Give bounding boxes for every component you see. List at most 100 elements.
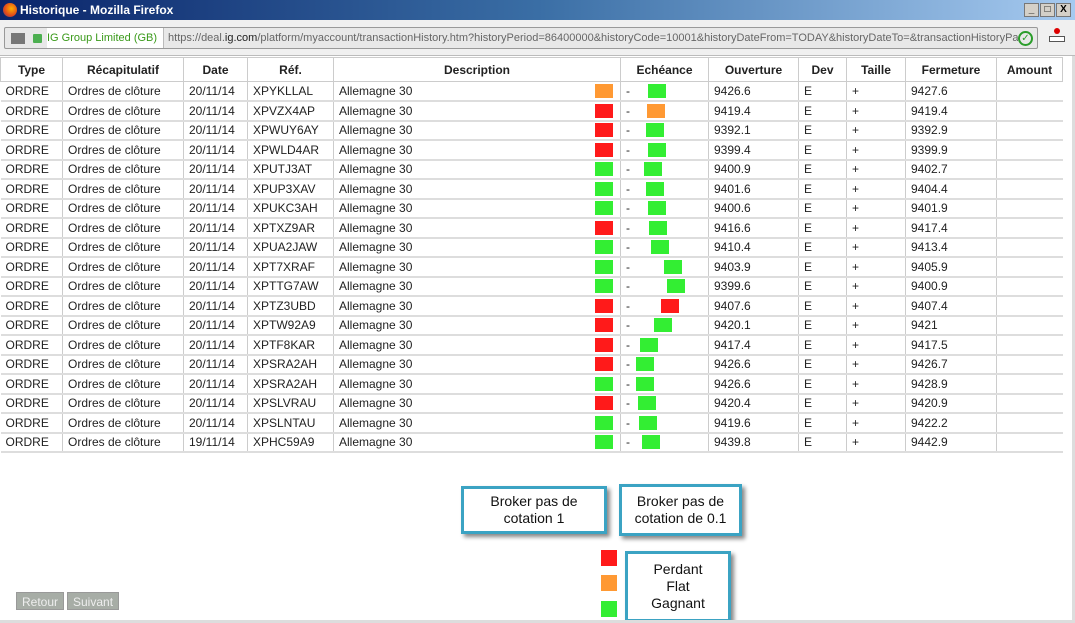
cell-fermeture: 9404.4 (905, 179, 997, 200)
table-row[interactable]: ORDRE Ordres de clôture 20/11/14 XPTXZ9AR Al… (0, 218, 1063, 239)
cell-description: Allemagne 30 (333, 101, 621, 122)
lock-icon (33, 33, 42, 43)
cell-recap: Ordres de clôture (62, 257, 184, 278)
check-icon[interactable]: ✓ (1018, 30, 1033, 46)
cell-recap: Ordres de clôture (62, 237, 184, 258)
cell-ouverture: 9392.1 (708, 120, 799, 141)
cell-ref: XPSLVRAU (247, 393, 334, 414)
table-row[interactable]: ORDRE Ordres de clôture 20/11/14 XPVZX4AP Al… (0, 101, 1063, 122)
header-date[interactable]: Date (183, 57, 248, 82)
cell-taille: + (846, 257, 906, 278)
cell-ref: XPYKLLAL (247, 81, 334, 102)
url-bar[interactable]: IG Group Limited (GB) https://deal.ig.co… (4, 27, 1038, 49)
cell-taille: + (846, 237, 906, 258)
marker-tick01-gagnant (648, 201, 666, 215)
cell-recap: Ordres de clôture (62, 335, 184, 356)
marker-tick1-gagnant (595, 259, 613, 274)
cell-date: 20/11/14 (183, 413, 248, 434)
cell-amount (996, 159, 1063, 180)
table-row[interactable]: ORDRE Ordres de clôture 20/11/14 XPUTJ3AT Al… (0, 159, 1063, 180)
window-titlebar: Historique - Mozilla Firefox _ □ X (0, 0, 1075, 20)
header-ouverture[interactable]: Ouverture (708, 57, 799, 82)
cell-date: 20/11/14 (183, 198, 248, 219)
cell-type: ORDRE (0, 140, 63, 161)
table-row[interactable]: ORDRE Ordres de clôture 20/11/14 XPTTG7AW Al… (0, 276, 1063, 297)
cell-recap: Ordres de clôture (62, 120, 184, 141)
cell-ref: XPHC59A9 (247, 432, 334, 453)
cell-fermeture: 9420.9 (905, 393, 997, 414)
marker-tick01-gagnant (646, 123, 664, 137)
close-button[interactable]: X (1056, 3, 1071, 17)
header-taille[interactable]: Taille (846, 57, 906, 82)
cell-amount (996, 140, 1063, 161)
cell-type: ORDRE (0, 374, 63, 395)
cell-ref: XPTZ3UBD (247, 296, 334, 317)
table-row[interactable]: ORDRE Ordres de clôture 20/11/14 XPYKLLAL Al… (0, 81, 1063, 102)
table-row[interactable]: ORDRE Ordres de clôture 20/11/14 XPSRA2AH Al… (0, 354, 1063, 375)
cell-recap: Ordres de clôture (62, 218, 184, 239)
cell-taille: + (846, 120, 906, 141)
cell-recap: Ordres de clôture (62, 179, 184, 200)
cell-amount (996, 218, 1063, 239)
retour-button[interactable]: Retour (16, 592, 65, 610)
table-row[interactable]: ORDRE Ordres de clôture 20/11/14 XPWLD4AR Al… (0, 140, 1063, 161)
marker-tick1-gagnant (595, 181, 613, 196)
table-row[interactable]: ORDRE Ordres de clôture 20/11/14 XPSLVRAU Al… (0, 393, 1063, 414)
marker-tick1-perdant (595, 142, 613, 157)
table-row[interactable]: ORDRE Ordres de clôture 20/11/14 XPSLNTAU Al… (0, 413, 1063, 434)
browser-toolbar: IG Group Limited (GB) https://deal.ig.co… (0, 20, 1075, 56)
cell-fermeture: 9413.4 (905, 237, 997, 258)
addon-icon[interactable] (1049, 28, 1065, 46)
cell-description: Allemagne 30 (333, 81, 621, 102)
header-echeance[interactable]: Echéance (620, 57, 709, 82)
cell-date: 20/11/14 (183, 81, 248, 102)
marker-tick1-perdant (595, 318, 613, 332)
table-row[interactable]: ORDRE Ordres de clôture 20/11/14 XPUP3XAV Al… (0, 179, 1063, 200)
table-row[interactable]: ORDRE Ordres de clôture 20/11/14 XPT7XRAF Al… (0, 257, 1063, 278)
cell-ouverture: 9400.9 (708, 159, 799, 180)
cell-recap: Ordres de clôture (62, 198, 184, 219)
suivant-button[interactable]: Suivant (67, 592, 120, 610)
cell-ouverture: 9420.4 (708, 393, 799, 414)
cell-ouverture: 9439.8 (708, 432, 799, 453)
minimize-button[interactable]: _ (1024, 3, 1039, 17)
maximize-button[interactable]: □ (1040, 3, 1055, 17)
cell-date: 20/11/14 (183, 374, 248, 395)
cell-recap: Ordres de clôture (62, 315, 184, 336)
cell-recap: Ordres de clôture (62, 140, 184, 161)
header-description[interactable]: Description (333, 57, 621, 82)
cell-description: Allemagne 30 (333, 159, 621, 180)
table-row[interactable]: ORDRE Ordres de clôture 20/11/14 XPUKC3AH Al… (0, 198, 1063, 219)
cell-taille: + (846, 374, 906, 395)
cell-dev: E (798, 218, 847, 239)
cell-description: Allemagne 30 (333, 140, 621, 161)
cell-fermeture: 9400.9 (905, 276, 997, 297)
table-row[interactable]: ORDRE Ordres de clôture 20/11/14 XPTF8KAR Al… (0, 335, 1063, 356)
table-row[interactable]: ORDRE Ordres de clôture 20/11/14 XPTZ3UBD Al… (0, 296, 1063, 317)
marker-tick1-gagnant (595, 415, 613, 430)
table-row[interactable]: ORDRE Ordres de clôture 20/11/14 XPUA2JAW Al… (0, 237, 1063, 258)
table-row[interactable]: ORDRE Ordres de clôture 19/11/14 XPHC59A9 Al… (0, 432, 1063, 453)
cell-dev: E (798, 257, 847, 278)
url-text[interactable]: https://deal.ig.com/platform/myaccount/t… (164, 32, 1018, 44)
cell-ref: XPUA2JAW (247, 237, 334, 258)
header-recap[interactable]: Récapitulatif (62, 57, 184, 82)
cell-type: ORDRE (0, 120, 63, 141)
cell-taille: + (846, 198, 906, 219)
cell-dev: E (798, 335, 847, 356)
cell-amount (996, 81, 1063, 102)
marker-tick01-gagnant (636, 357, 654, 371)
table-row[interactable]: ORDRE Ordres de clôture 20/11/14 XPWUY6AY Al… (0, 120, 1063, 141)
table-row[interactable]: ORDRE Ordres de clôture 20/11/14 XPTW92A9 Al… (0, 315, 1063, 336)
marker-tick01-gagnant (649, 220, 667, 235)
cell-ref: XPSRA2AH (247, 354, 334, 375)
header-fermeture[interactable]: Fermeture (905, 57, 997, 82)
header-ref[interactable]: Réf. (247, 57, 334, 82)
header-type[interactable]: Type (0, 57, 63, 82)
table-row[interactable]: ORDRE Ordres de clôture 20/11/14 XPSRA2AH Al… (0, 374, 1063, 395)
cell-type: ORDRE (0, 413, 63, 434)
cell-fermeture: 9426.7 (905, 354, 997, 375)
header-dev[interactable]: Dev (798, 57, 847, 82)
header-amount[interactable]: Amount (996, 57, 1063, 82)
site-identity[interactable]: IG Group Limited (GB) (47, 28, 165, 48)
